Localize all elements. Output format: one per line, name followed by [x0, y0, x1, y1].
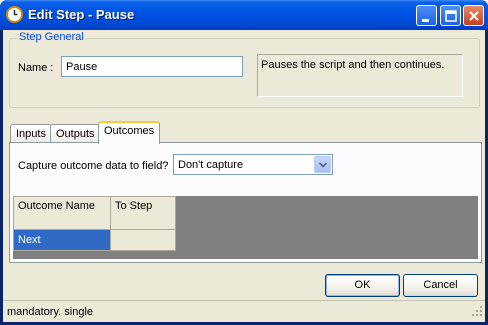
column-header-outcome-name[interactable]: Outcome Name — [13, 196, 111, 230]
tab-outputs[interactable]: Outputs — [50, 124, 101, 143]
capture-field-value: Don't capture — [178, 159, 244, 171]
capture-label: Capture outcome data to field? — [18, 160, 169, 172]
resize-grip-icon[interactable] — [471, 305, 483, 320]
table-row[interactable]: Next — [13, 229, 176, 251]
cancel-button[interactable]: Cancel — [403, 274, 478, 297]
outcome-name-cell[interactable]: Next — [13, 229, 111, 251]
maximize-button[interactable] — [440, 5, 461, 26]
status-bar: mandatory. single — [3, 300, 485, 322]
tab-inputs[interactable]: Inputs — [10, 124, 52, 143]
step-general-group: Step General Name : Pauses the script an… — [9, 31, 480, 108]
dialog-window: Edit Step - Pause Step General Name : Pa… — [0, 0, 488, 325]
window-title: Edit Step - Pause — [28, 7, 135, 22]
outcomes-panel: Capture outcome data to field? Don't cap… — [9, 142, 482, 263]
title-bar[interactable]: Edit Step - Pause — [0, 0, 488, 30]
step-description: Pauses the script and then continues. — [257, 54, 463, 97]
name-input[interactable] — [61, 56, 243, 77]
tab-outcomes[interactable]: Outcomes — [98, 121, 161, 144]
name-label: Name : — [18, 62, 54, 74]
close-window-button[interactable] — [463, 5, 484, 26]
ok-button[interactable]: OK — [325, 274, 400, 297]
minimize-button[interactable] — [416, 5, 437, 26]
clock-icon — [6, 6, 23, 23]
capture-field-select[interactable]: Don't capture — [173, 154, 333, 175]
outcomes-table: Outcome Name To Step Next — [13, 196, 176, 251]
outcomes-grid: Outcome Name To Step Next — [13, 196, 478, 259]
column-header-to-step[interactable]: To Step — [110, 196, 176, 230]
chevron-down-icon[interactable] — [314, 156, 331, 173]
group-legend: Step General — [17, 31, 86, 43]
status-text: mandatory. single — [7, 306, 94, 318]
to-step-cell[interactable] — [110, 229, 176, 251]
dialog-client-area: Step General Name : Pauses the script an… — [3, 30, 485, 322]
